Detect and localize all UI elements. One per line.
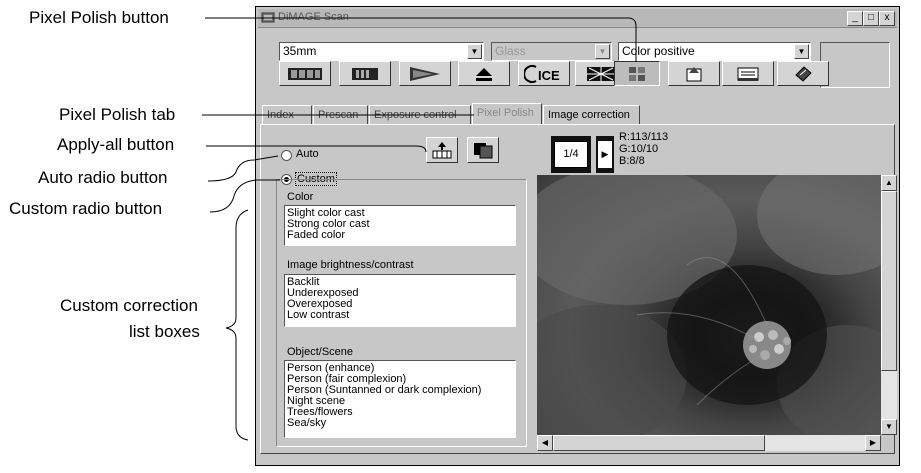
callout-lines (202, 17, 637, 441)
